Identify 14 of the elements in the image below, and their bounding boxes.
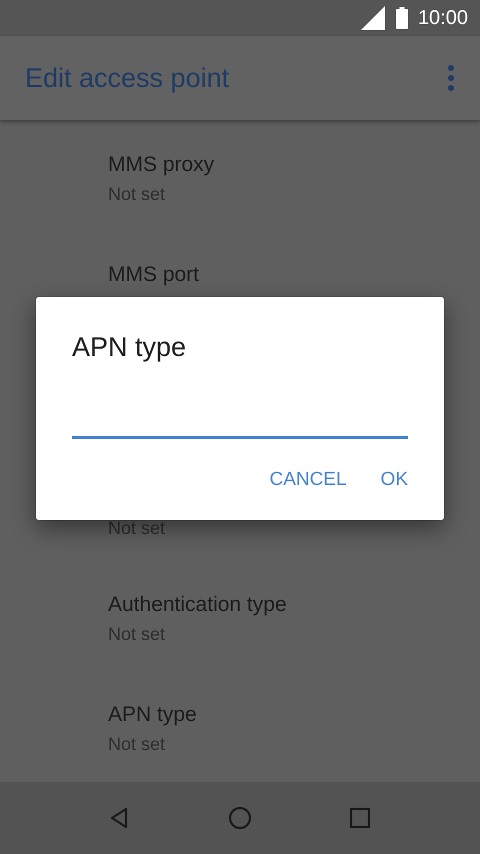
clock-time: 10:00 <box>418 6 468 30</box>
setting-title: MMS port <box>108 262 200 288</box>
setting-title: APN type <box>108 702 198 728</box>
dialog-button[interactable]: OK <box>366 461 422 499</box>
dialog-button[interactable]: CANCEL <box>255 461 361 499</box>
screen-title: Edit access point <box>25 62 230 94</box>
home-icon <box>227 805 253 831</box>
square-icon <box>347 805 373 831</box>
more-icon <box>448 65 454 91</box>
signal-icon <box>360 5 386 31</box>
setting-title: MMS proxy <box>108 152 216 178</box>
battery-icon <box>396 7 408 29</box>
setting-title: Authentication type <box>108 592 288 618</box>
dialog-title: APN type <box>72 331 188 364</box>
